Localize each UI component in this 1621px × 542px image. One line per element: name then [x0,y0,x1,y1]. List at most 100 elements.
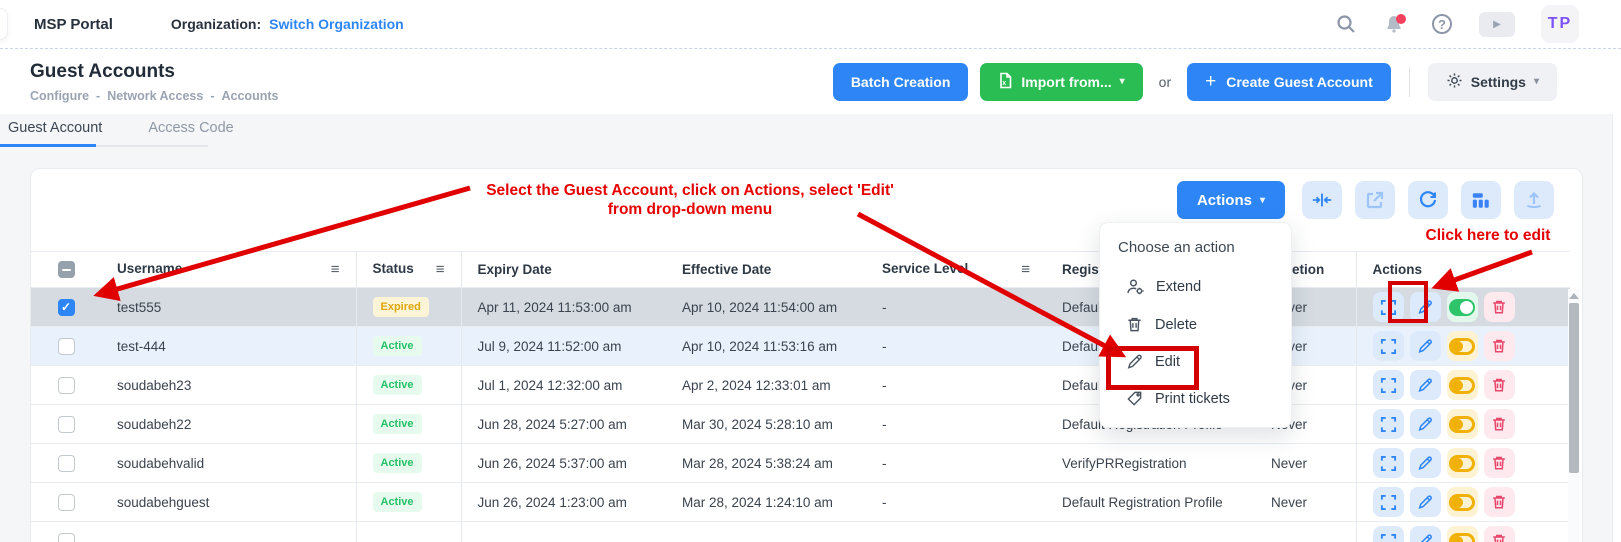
status-badge: Active [373,375,422,395]
open-external-icon [1365,190,1385,210]
edit-row-button[interactable] [1410,448,1441,478]
settings-button[interactable]: Settings ▾ [1428,63,1557,101]
trash-icon [1491,299,1507,315]
row-checkbox[interactable] [58,416,75,433]
row-checkbox[interactable]: ✓ [58,299,75,316]
tab-guest-account[interactable]: Guest Account [4,116,116,146]
expand-row-button[interactable] [1373,487,1404,517]
edit-row-button[interactable] [1410,331,1441,361]
gear-icon [1446,72,1463,92]
expand-row-button[interactable] [1373,526,1404,542]
table-row[interactable]: test-444 Active Jul 9, 2024 11:52:00 am … [31,327,1570,366]
create-guest-account-button[interactable]: + Create Guest Account [1187,63,1391,101]
switch-organization-link[interactable]: Switch Organization [269,16,404,32]
cell-effective: Mar 30, 2024 5:28:10 am [666,405,866,444]
trash-icon [1491,494,1507,510]
columns-button[interactable] [1461,181,1501,219]
collapse-columns-button[interactable] [1302,181,1342,219]
delete-row-button[interactable] [1484,526,1515,542]
row-checkbox[interactable] [58,494,75,511]
or-text: or [1159,74,1171,90]
notifications-bell-icon[interactable] [1383,13,1405,35]
import-from-button[interactable]: x Import from... ▾ [980,63,1142,101]
expand-row-button[interactable] [1373,448,1404,478]
cell-expiry: Jun 26, 2024 1:23:00 am [461,483,666,522]
tab-bar: Guest Account Access Code [4,116,276,146]
breadcrumb-accounts[interactable]: Accounts [222,89,279,103]
actions-dropdown-menu: Choose an action Extend Delete Edit Prin… [1099,222,1292,428]
edit-row-button[interactable] [1410,409,1441,439]
batch-creation-button[interactable]: Batch Creation [833,63,969,101]
enable-toggle-button[interactable] [1447,526,1478,542]
breadcrumb-configure[interactable]: Configure [30,89,89,103]
enable-toggle-button[interactable] [1447,487,1478,517]
table-row[interactable] [31,522,1570,542]
avatar[interactable]: TP [1541,5,1579,43]
menu-item-extend[interactable]: Extend [1100,268,1291,306]
toggle-on-icon [1449,299,1475,316]
scrollbar-up-arrow[interactable] [1569,293,1579,299]
row-checkbox[interactable] [58,455,75,472]
row-checkbox[interactable] [58,338,75,355]
menu-item-print-tickets[interactable]: Print tickets [1100,380,1291,417]
enable-toggle-button[interactable] [1447,409,1478,439]
actions-button[interactable]: Actions ▾ [1177,181,1285,219]
edit-row-button[interactable] [1410,526,1441,542]
svg-text:x: x [1003,80,1007,87]
help-icon[interactable]: ? [1431,13,1453,35]
export-button[interactable] [1514,181,1554,219]
expand-row-button[interactable] [1373,409,1404,439]
caret-down-icon: ▾ [1534,76,1539,87]
delete-row-button[interactable] [1484,292,1515,322]
enable-toggle-button[interactable] [1447,370,1478,400]
table-row[interactable]: soudabeh22 Active Jun 28, 2024 5:27:00 a… [31,405,1570,444]
breadcrumb-network-access[interactable]: Network Access [107,89,203,103]
table-row[interactable]: ✓ test555 Expired Apr 11, 2024 11:53:00 … [31,288,1570,327]
table-row[interactable]: soudabehguest Active Jun 26, 2024 1:23:0… [31,483,1570,522]
enable-toggle-button[interactable] [1447,331,1478,361]
expand-row-button[interactable] [1373,292,1404,322]
row-checkbox[interactable] [58,533,75,542]
guest-accounts-card: Actions ▾ Username≡ Status≡ [30,168,1583,542]
cell-registration: Default Registration Profile [1046,483,1261,522]
expand-row-button[interactable] [1373,331,1404,361]
status-badge: Active [373,414,422,434]
enable-toggle-button[interactable] [1447,292,1478,322]
expand-row-button[interactable] [1373,370,1404,400]
select-all-checkbox[interactable] [58,261,75,278]
edit-row-button[interactable] [1410,370,1441,400]
edit-row-button[interactable] [1410,487,1441,517]
tab-access-code[interactable]: Access Code [144,116,247,146]
expand-view-button[interactable] [1355,181,1395,219]
pencil-icon [1417,533,1433,542]
column-menu-icon[interactable]: ≡ [1021,261,1030,278]
delete-row-button[interactable] [1484,331,1515,361]
pencil-icon [1417,299,1433,315]
delete-row-button[interactable] [1484,409,1515,439]
delete-row-button[interactable] [1484,448,1515,478]
delete-row-button[interactable] [1484,370,1515,400]
table-columns-icon [1471,191,1491,210]
cell-effective: Mar 28, 2024 5:38:24 am [666,444,866,483]
edit-row-button[interactable] [1410,292,1441,322]
toggle-off-icon [1449,455,1475,472]
search-icon[interactable] [1335,13,1357,35]
refresh-button[interactable] [1408,181,1448,219]
enable-toggle-button[interactable] [1447,448,1478,478]
scrollbar-thumb[interactable] [1569,303,1579,473]
cell-service-level: - [866,327,1046,366]
row-checkbox[interactable] [58,377,75,394]
pencil-icon [1126,353,1143,370]
column-menu-icon[interactable]: ≡ [331,261,340,278]
table-scrollbar[interactable] [1568,289,1580,542]
menu-item-edit[interactable]: Edit [1100,343,1291,380]
delete-row-button[interactable] [1484,487,1515,517]
status-badge: Expired [373,297,429,317]
table-row[interactable]: soudabehvalid Active Jun 26, 2024 5:37:0… [31,444,1570,483]
cell-expiry: Jul 1, 2024 12:32:00 am [461,366,666,405]
table-row[interactable]: soudabeh23 Active Jul 1, 2024 12:32:00 a… [31,366,1570,405]
annotation-click-here: Click here to edit [1388,227,1588,245]
video-tutorial-icon[interactable]: ▶ [1479,12,1515,37]
column-menu-icon[interactable]: ≡ [436,261,445,278]
menu-item-delete[interactable]: Delete [1100,306,1291,343]
